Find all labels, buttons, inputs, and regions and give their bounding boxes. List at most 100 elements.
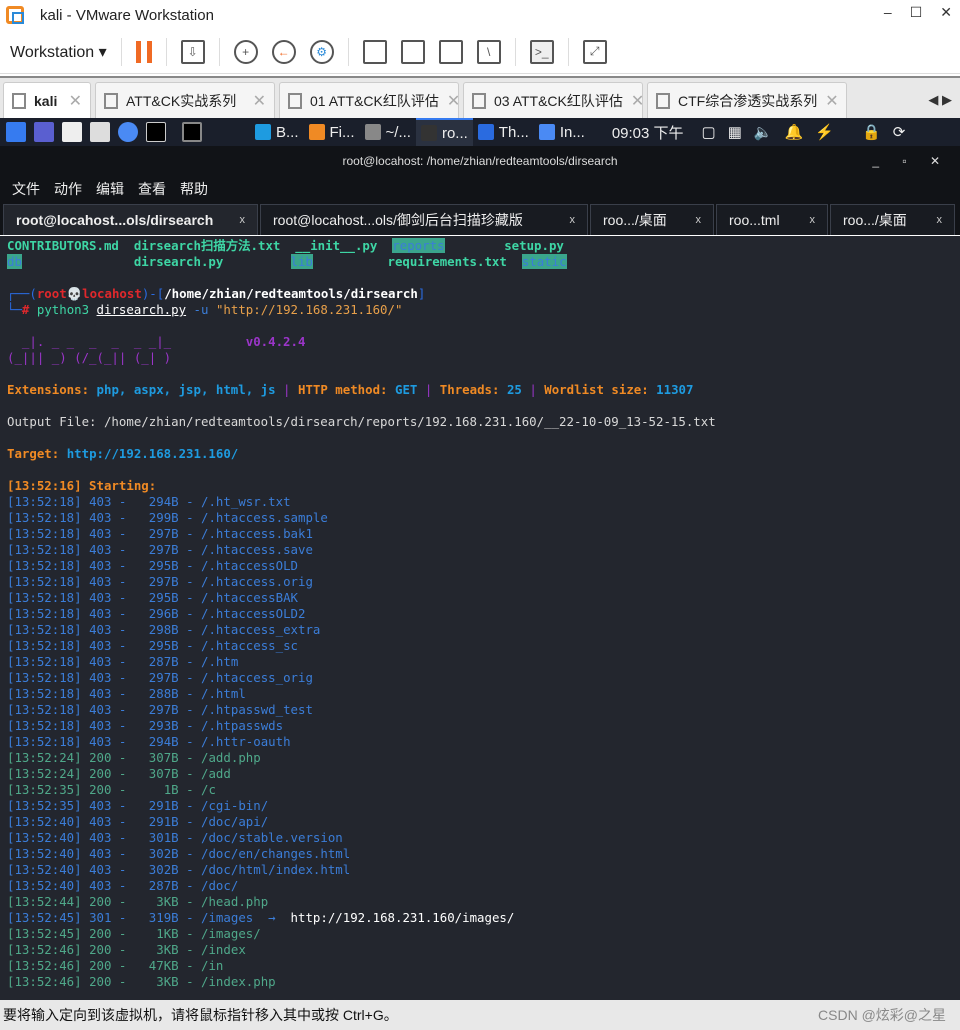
log-field: 403 <box>89 702 112 717</box>
vm-tab[interactable]: CTF综合渗透实战系列 ✕ <box>647 82 847 118</box>
log-field: 295B <box>148 638 179 653</box>
maximize-button[interactable]: ☐ <box>910 4 923 21</box>
taskbar-item[interactable]: ro... <box>415 118 473 146</box>
menu-item[interactable]: 文件 <box>12 179 40 199</box>
send-keys-icon[interactable]: ⇩ <box>180 39 205 64</box>
vm-tab-bar: kali ✕ ATT&CK实战系列 ✕ 01 ATT&CK红队评估 ✕ 03 ATT&CK红… <box>0 76 960 118</box>
tray-icons[interactable]: ▢▦🔈🔔⚡ 🔒⟳ <box>702 123 918 141</box>
fullscreen-icon[interactable] <box>438 39 463 64</box>
menu-item[interactable]: 查看 <box>138 179 166 199</box>
log-field: /c <box>201 782 216 797</box>
close-tab-icon[interactable]: ✕ <box>631 91 642 111</box>
terminal-active-icon[interactable] <box>182 122 202 142</box>
log-entry: [13:52:46] 200 - 3KB - /index <box>7 942 246 957</box>
console-view-icon[interactable]: >_ <box>529 39 554 64</box>
taskbar-label: ro... <box>441 124 468 142</box>
menu-item[interactable]: 编辑 <box>96 179 124 199</box>
menu-item[interactable]: 动作 <box>54 179 82 199</box>
log-field: 403 <box>89 542 112 557</box>
log-field: 13:52:46 <box>14 974 75 989</box>
browser-icon[interactable] <box>118 122 138 142</box>
start-line: [13:52:16] Starting: <box>7 478 157 493</box>
stretch-icon[interactable]: ⤢ <box>582 39 607 64</box>
pause-icon[interactable] <box>135 40 152 63</box>
taskbar-item[interactable]: In... <box>534 118 590 146</box>
window-title: kali - VMware Workstation <box>40 6 214 24</box>
close-tab-icon[interactable]: x <box>696 214 702 226</box>
workstation-menu[interactable]: Workstation ▾ <box>10 42 107 62</box>
thumbnail-view-icon[interactable] <box>400 39 425 64</box>
taskbar-item[interactable]: ~/... <box>360 118 416 146</box>
close-tab-icon[interactable]: ✕ <box>253 91 266 111</box>
log-entry: [13:52:35] 403 - 291B - /cgi-bin/ <box>7 798 269 813</box>
log-entry: [13:52:18] 403 - 288B - /.html <box>7 686 246 701</box>
close-tab-icon[interactable]: x <box>937 214 943 226</box>
log-field: 295B <box>148 558 179 573</box>
log-field: 1KB <box>156 926 179 941</box>
log-field: 307B <box>148 750 179 765</box>
terminal-window-controls[interactable]: _ ▫ ✕ <box>872 146 950 176</box>
snapshot-manager-icon[interactable]: ⚙ <box>309 39 334 64</box>
prompt-line: ┌──(root💀locahost)-[/home/zhian/redteamt… <box>7 286 426 301</box>
vm-tab[interactable]: 03 ATT&CK红队评估 ✕ <box>463 82 643 118</box>
tab-scroll-arrows[interactable]: ◀ ▶ <box>928 92 952 108</box>
terminal-output[interactable]: CONTRIBUTORS.md dirsearch扫描方法.txt __init… <box>0 236 960 1000</box>
snapshot-take-icon[interactable]: + <box>233 39 258 64</box>
log-entry: [13:52:18] 403 - 297B - /.htaccess.orig <box>7 574 313 589</box>
terminal-tab[interactable]: root@locahost...ols/御剑后台扫描珍藏版 x <box>260 204 588 235</box>
terminal-tab-label: root@locahost...ols/御剑后台扫描珍藏版 <box>273 212 523 228</box>
terminal-tab[interactable]: roo...tml x <box>716 204 828 235</box>
close-tab-icon[interactable]: ✕ <box>69 91 82 111</box>
library-view-icon[interactable] <box>362 39 387 64</box>
terminal-tab-label: root@locahost...ols/dirsearch <box>16 212 214 228</box>
log-entry: [13:52:18] 403 - 296B - /.htaccessOLD2 <box>7 606 306 621</box>
terminal-icon[interactable] <box>146 122 166 142</box>
unity-icon[interactable]: \ <box>476 39 501 64</box>
clock[interactable]: 09:03 下午 <box>612 122 684 143</box>
watermark: CSDN @炫彩@之星 <box>818 1007 946 1023</box>
close-tab-icon[interactable]: x <box>810 214 816 226</box>
vm-tab[interactable]: kali ✕ <box>3 82 91 118</box>
desktop-icon[interactable] <box>34 122 54 142</box>
minimize-button[interactable]: – <box>884 4 892 21</box>
log-field: 403 <box>89 622 112 637</box>
taskbar-item[interactable]: Fi... <box>304 118 360 146</box>
log-field: 403 <box>89 590 112 605</box>
app-icon <box>538 124 555 140</box>
log-field: /.ht_wsr.txt <box>201 494 291 509</box>
log-field: 299B <box>148 510 179 525</box>
close-tab-icon[interactable]: x <box>240 214 246 226</box>
vm-tab[interactable]: 01 ATT&CK红队评估 ✕ <box>279 82 459 118</box>
menu-item[interactable]: 帮助 <box>180 179 208 199</box>
terminal-tab[interactable]: root@locahost...ols/dirsearch x <box>3 204 258 235</box>
config-line: Extensions: php, aspx, jsp, html, js | H… <box>7 382 694 397</box>
terminal-tab[interactable]: roo.../桌面 x <box>830 204 955 235</box>
log-field: /.htpasswd_test <box>201 702 313 717</box>
log-entry: [13:52:45] 200 - 1KB - /images/ <box>7 926 261 941</box>
vm-tab[interactable]: ATT&CK实战系列 ✕ <box>95 82 275 118</box>
close-button[interactable]: ✕ <box>940 4 952 21</box>
taskbar-item[interactable]: B... <box>250 118 304 146</box>
log-entry: [13:52:40] 403 - 302B - /doc/html/index.… <box>7 862 351 877</box>
log-field: 297B <box>148 670 179 685</box>
log-field: 13:52:44 <box>14 894 75 909</box>
output-file-line: Output File: /home/zhian/redteamtools/di… <box>7 414 716 429</box>
log-field: /.htaccess.save <box>201 542 313 557</box>
taskbar-item[interactable]: Th... <box>473 118 534 146</box>
text-editor-icon[interactable] <box>90 122 110 142</box>
log-entry: [13:52:18] 403 - 294B - /.httr-oauth <box>7 734 291 749</box>
close-tab-icon[interactable]: x <box>570 214 576 226</box>
close-tab-icon[interactable]: ✕ <box>447 91 458 111</box>
kali-menu-icon[interactable] <box>6 122 26 142</box>
log-field: 13:52:18 <box>14 686 75 701</box>
log-entry: [13:52:24] 200 - 307B - /add.php <box>7 750 261 765</box>
log-field: /doc/api/ <box>201 814 269 829</box>
terminal-tab[interactable]: roo.../桌面 x <box>590 204 714 235</box>
log-entry: [13:52:46] 200 - 3KB - /index.php <box>7 974 276 989</box>
snapshot-revert-icon[interactable]: ← <box>271 39 296 64</box>
log-field: 1B <box>163 782 179 797</box>
close-tab-icon[interactable]: ✕ <box>825 91 838 111</box>
log-field: 403 <box>89 494 112 509</box>
log-field: 287B <box>148 878 179 893</box>
files-icon[interactable] <box>62 122 82 142</box>
